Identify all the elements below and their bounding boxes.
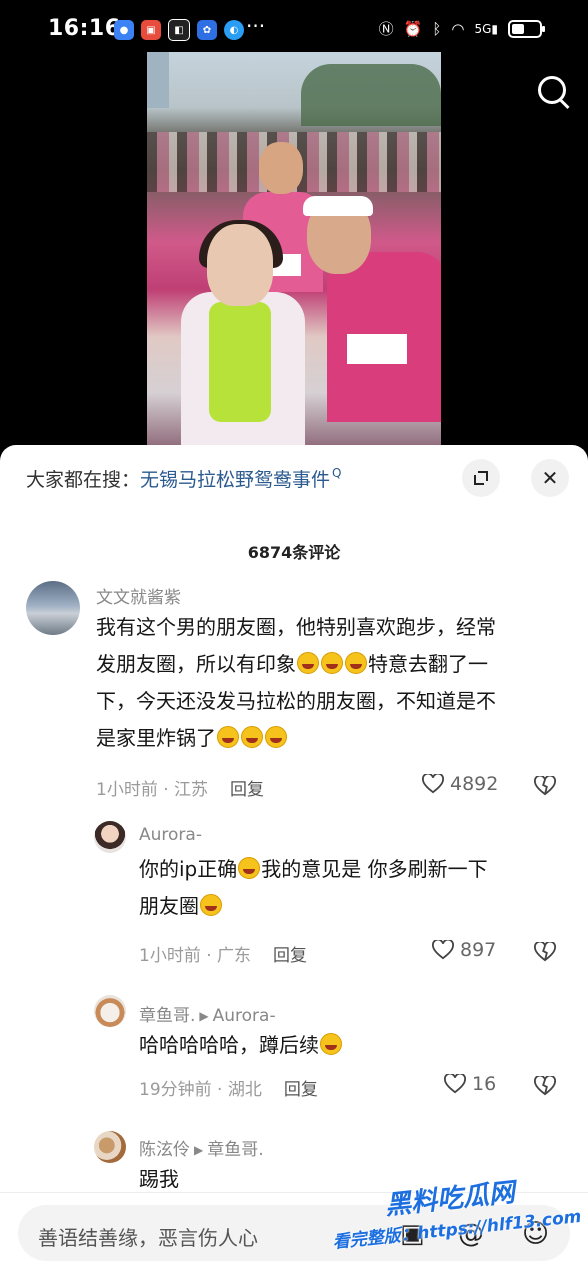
dislike-heart-icon[interactable]	[534, 942, 556, 962]
like-button[interactable]: 16	[444, 1073, 496, 1095]
comment-line: 是家里炸锅了	[96, 720, 566, 757]
emoji-icon[interactable]: ☺	[522, 1219, 549, 1249]
comment-line: 你的ip正确 我的意见是 你多刷新一下	[139, 857, 488, 881]
comment-username[interactable]: Aurora-	[139, 825, 202, 845]
woman-top	[209, 302, 271, 422]
avatar[interactable]	[94, 995, 126, 1027]
like-count: 4892	[450, 773, 499, 795]
comment-username[interactable]: 文文就酱紫	[96, 583, 181, 608]
signal-icon: 5G▮	[474, 21, 498, 36]
like-button[interactable]: 4892	[422, 773, 498, 795]
runner-face	[259, 142, 303, 194]
like-count: 16	[472, 1073, 497, 1095]
search-icon[interactable]	[534, 72, 574, 112]
comment-line: 下，今天还没发马拉松的朋友圈，不知道是不	[96, 689, 496, 713]
browser-app-icon: ◐	[224, 20, 244, 40]
comment-time-location: 19分钟前 · 湖北	[139, 1080, 262, 1100]
avatar[interactable]	[94, 1131, 126, 1163]
notification-icons: ● ▣ ◧ ✿ ◐	[114, 19, 244, 41]
heart-icon	[444, 1074, 466, 1094]
comment-time-location: 1小时前 · 广东	[139, 946, 252, 966]
comment-username[interactable]: 章鱼哥. ▶ Aurora-	[139, 1001, 276, 1026]
man-bib	[347, 334, 407, 364]
comment-line: 我有这个男的朋友圈，他特别喜欢跑步，经常	[96, 615, 496, 639]
reply-arrow-icon: ▶	[194, 1143, 204, 1157]
system-icons: Ⓝ ⏰ ᛒ ◠ 5G▮	[378, 18, 545, 39]
smile-emoji	[200, 894, 222, 916]
laugh-cry-emoji	[265, 726, 287, 748]
avatar[interactable]	[94, 821, 126, 853]
shopping-app-icon: ▣	[141, 20, 161, 40]
baidu-app-icon: ✿	[197, 20, 217, 40]
comment-text: 哈哈哈哈哈，蹲后续	[139, 1027, 559, 1064]
woman-face	[207, 224, 273, 306]
close-button[interactable]: ✕	[531, 459, 569, 497]
video-player[interactable]	[147, 52, 441, 448]
alarm-icon: ⏰	[403, 19, 423, 38]
reply-target[interactable]: 章鱼哥.	[207, 1140, 263, 1160]
smile-emoji	[238, 857, 261, 879]
man-visor	[303, 196, 373, 216]
comment-text: 我有这个男的朋友圈，他特别喜欢跑步，经常 发朋友圈，所以有印象 特意去翻了一 下，…	[96, 609, 566, 757]
heart-icon	[432, 940, 454, 960]
reply-button[interactable]: 回复	[230, 780, 264, 800]
dislike-heart-icon[interactable]	[534, 776, 556, 796]
comment-meta: 1小时前 · 广东 回复	[139, 941, 307, 966]
comment-line: 哈哈哈哈哈，蹲后续	[139, 1027, 559, 1064]
reply-button[interactable]: 回复	[273, 946, 307, 966]
laugh-cry-emoji	[320, 1033, 342, 1055]
expand-icon	[474, 471, 488, 485]
comment-text: 你的ip正确 我的意见是 你多刷新一下 朋友圈	[139, 851, 559, 925]
laugh-cry-emoji	[345, 652, 367, 674]
video-scene-trees	[301, 64, 441, 126]
comment-meta: 19分钟前 · 湖北 回复	[139, 1075, 318, 1100]
laugh-cry-emoji	[217, 726, 239, 748]
dislike-heart-icon[interactable]	[534, 1076, 556, 1096]
comment-line: 发朋友圈，所以有印象 特意去翻了一	[96, 652, 488, 676]
reply-button[interactable]: 回复	[284, 1080, 318, 1100]
comment-username[interactable]: 陈泫伶 ▶ 章鱼哥.	[139, 1135, 264, 1160]
comment-count: 6874条评论	[247, 543, 341, 562]
status-time: 16:16	[48, 16, 121, 41]
like-count: 897	[460, 939, 497, 961]
image-icon[interactable]: ▣	[400, 1219, 425, 1249]
trending-topic-link[interactable]: 无锡马拉松野鸳鸯事件	[140, 465, 330, 492]
avatar[interactable]	[26, 581, 80, 635]
battery-icon	[508, 19, 545, 38]
status-bar: 16:16 ● ▣ ◧ ✿ ◐ ··· Ⓝ ⏰ ᛒ ◠ 5G▮	[0, 0, 588, 58]
like-button[interactable]: 897	[432, 939, 496, 961]
comment-input-bar: 善语结善缘，恶言伤人心 ▣ @ ☺	[0, 1192, 588, 1281]
video-scene-building	[147, 52, 169, 108]
news-app-icon: ◧	[168, 19, 190, 41]
laugh-cry-emoji	[321, 652, 343, 674]
trending-search[interactable]: 大家都在搜： 无锡马拉松野鸳鸯事件 Q	[26, 465, 341, 492]
heart-icon	[422, 774, 444, 794]
comment-time-location: 1小时前 · 江苏	[96, 780, 209, 800]
more-notifications-icon: ···	[246, 14, 266, 38]
laugh-cry-emoji	[241, 726, 263, 748]
nfc-icon: Ⓝ	[378, 20, 394, 38]
expand-button[interactable]	[462, 459, 500, 497]
close-icon: ✕	[541, 466, 559, 490]
comment-line: 朋友圈	[139, 888, 559, 925]
comment-sheet: 大家都在搜： 无锡马拉松野鸳鸯事件 Q ✕ 6874条评论 文文就酱紫 我有这个…	[0, 445, 588, 1280]
message-app-icon: ●	[114, 20, 134, 40]
comment-input-placeholder: 善语结善缘，恶言伤人心	[38, 1226, 258, 1250]
bluetooth-icon: ᛒ	[432, 19, 442, 38]
comment-input[interactable]: 善语结善缘，恶言伤人心 ▣ @ ☺	[18, 1205, 570, 1261]
reply-arrow-icon: ▶	[199, 1009, 209, 1023]
search-small-icon: Q	[332, 465, 342, 480]
reply-target[interactable]: Aurora-	[213, 1006, 276, 1026]
comment-meta: 1小时前 · 江苏 回复	[96, 775, 264, 800]
trending-prefix: 大家都在搜：	[26, 469, 141, 491]
laugh-cry-emoji	[297, 652, 319, 674]
mention-icon[interactable]: @	[458, 1219, 484, 1249]
wifi-icon: ◠	[451, 19, 465, 38]
